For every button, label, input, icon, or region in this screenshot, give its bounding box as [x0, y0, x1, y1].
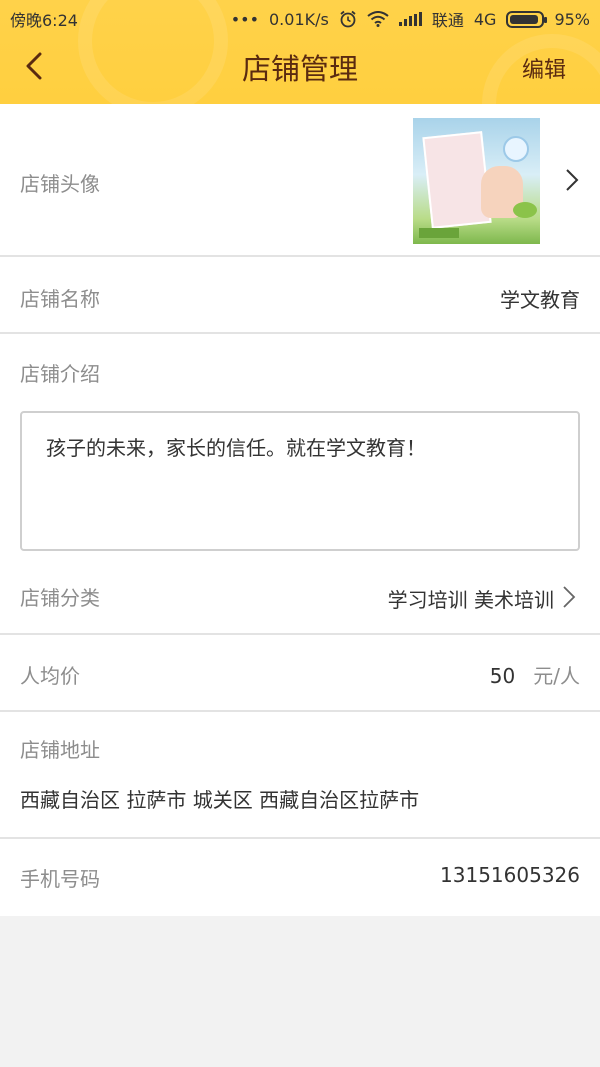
store-category-label: 店铺分类 — [20, 586, 100, 610]
top-header: 傍晚6:24 ••• 0.01K/s 联通 4G 95% 店铺管理 编辑 — [0, 0, 600, 104]
phone-value: 13151605326 — [440, 863, 580, 887]
status-right-group: ••• 0.01K/s 联通 4G 95% — [231, 7, 590, 31]
carrier-name: 联通 — [431, 11, 464, 30]
store-intro-text: 孩子的未来，家长的信任。就在学文教育！ — [46, 436, 426, 460]
store-address-row[interactable]: 店铺地址 — [0, 712, 600, 839]
chevron-right-icon — [566, 169, 579, 191]
store-address-value: 西藏自治区 拉萨市 城关区 西藏自治区拉萨市 — [20, 788, 420, 812]
store-info-panel: 店铺头像 店铺名称 学文教育 店铺介绍 孩子的未来，家长的信任。就在学文教育！ … — [0, 104, 600, 916]
avg-price-label: 人均价 — [20, 664, 80, 688]
avatar-row[interactable]: 店铺头像 — [0, 104, 600, 257]
page-title: 店铺管理 — [241, 52, 358, 86]
phone-label: 手机号码 — [20, 867, 100, 891]
cell-signal-icon — [398, 12, 422, 26]
store-intro-textarea[interactable]: 孩子的未来，家长的信任。就在学文教育！ — [20, 411, 580, 551]
phone-row[interactable]: 手机号码 13151605326 — [0, 839, 600, 916]
store-name-value: 学文教育 — [500, 288, 580, 312]
status-bar: 傍晚6:24 ••• 0.01K/s 联通 4G 95% — [0, 0, 600, 34]
store-intro-label: 店铺介绍 — [20, 362, 100, 386]
store-name-row[interactable]: 店铺名称 学文教育 — [0, 257, 600, 334]
avatar-label: 店铺头像 — [20, 172, 100, 196]
store-category-value: 学习培训 美术培训 — [387, 588, 554, 612]
battery-icon — [506, 10, 548, 28]
status-time: 傍晚6:24 — [10, 11, 78, 30]
avg-price-value[interactable]: 50 — [490, 664, 515, 688]
more-dots-icon: ••• — [230, 9, 259, 29]
chevron-right-icon — [563, 586, 576, 608]
store-name-label: 店铺名称 — [20, 287, 100, 311]
avg-price-unit: 元/人 — [533, 664, 580, 688]
store-address-label: 店铺地址 — [20, 738, 100, 762]
store-avatar-image[interactable] — [413, 118, 540, 244]
wifi-icon — [367, 11, 389, 27]
alarm-icon — [340, 10, 356, 28]
avg-price-row[interactable]: 人均价 50 元/人 — [0, 635, 600, 712]
network-type: 4G — [473, 9, 497, 29]
avg-price-group: 50 元/人 — [490, 660, 580, 689]
edit-button[interactable]: 编辑 — [522, 52, 566, 84]
store-category-row[interactable]: 店铺分类 学习培训 美术培训 — [0, 557, 600, 635]
network-speed: 0.01K/s — [269, 9, 329, 29]
battery-level: 95% — [554, 9, 590, 29]
